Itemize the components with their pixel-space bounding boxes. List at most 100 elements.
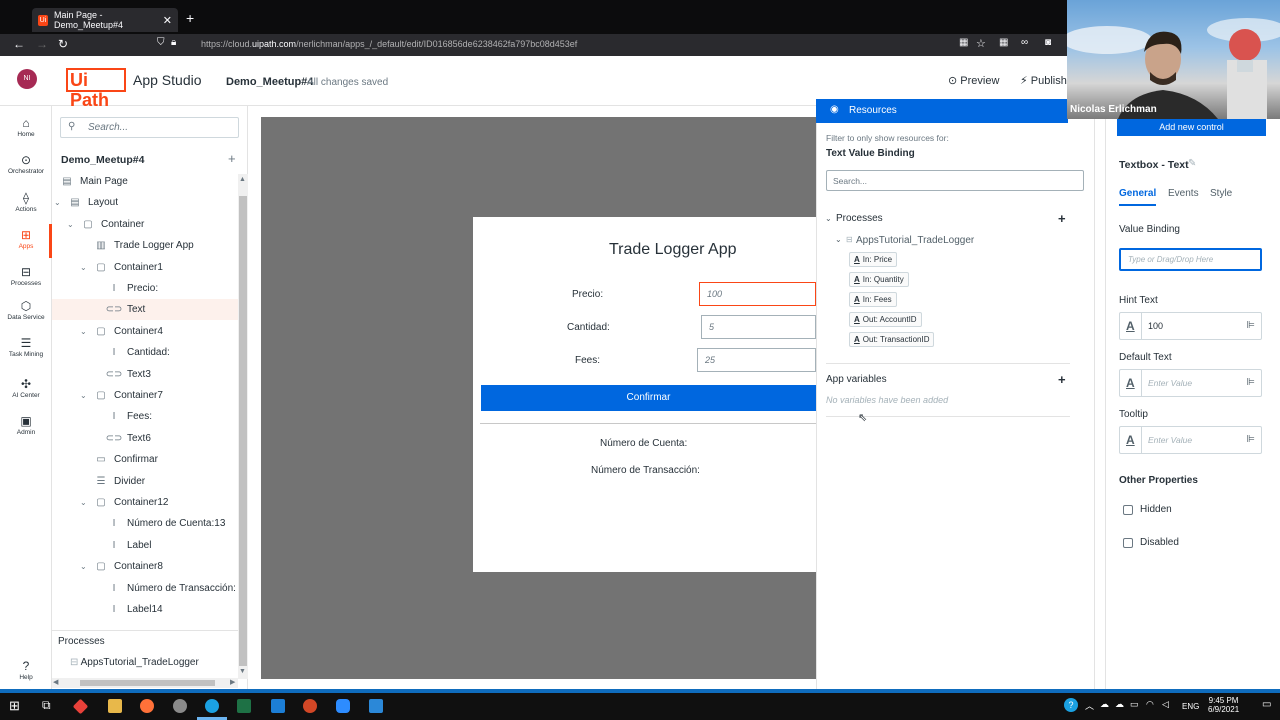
add-page-icon[interactable]: +	[228, 151, 236, 166]
chevron-down-icon[interactable]: ⌄	[835, 235, 842, 244]
hidden-label[interactable]: Hidden	[1140, 504, 1172, 515]
project-name[interactable]: Demo_Meetup#4	[226, 76, 313, 88]
powerpoint-icon[interactable]	[303, 699, 317, 713]
app-icon[interactable]	[173, 699, 187, 713]
argument-chip[interactable]: A In: Price	[849, 252, 898, 267]
add-process-icon[interactable]: +	[1058, 211, 1066, 226]
tree-item[interactable]: ⌄ ▢ Container	[67, 214, 144, 235]
app-icon[interactable]	[72, 698, 89, 715]
confirmar-button[interactable]: Confirmar	[481, 385, 816, 411]
tooltip-field[interactable]: A Enter Value ⊫	[1119, 426, 1262, 454]
zoom-icon[interactable]	[336, 699, 350, 713]
process-item[interactable]: ⊟ AppsTutorial_TradeLogger	[70, 657, 199, 668]
url-bar[interactable]: https://cloud.uipath.com/nerlichman/apps…	[201, 39, 577, 49]
resources-search-input[interactable]: Search...	[826, 170, 1084, 191]
tree-item[interactable]: I Cantidad:	[93, 342, 170, 363]
preview-button[interactable]: ⊙ Preview	[948, 74, 999, 87]
disabled-checkbox[interactable]	[1123, 538, 1133, 548]
chevron-down-icon[interactable]: ⌄	[825, 214, 832, 223]
scroll-up-icon[interactable]: ▲	[239, 176, 246, 183]
horizontal-scrollbar-thumb[interactable]	[80, 680, 215, 686]
tree-toggle-icon[interactable]: ⌄	[67, 220, 79, 229]
tree-item[interactable]: ▥ Trade Logger App	[80, 235, 193, 256]
disabled-label[interactable]: Disabled	[1140, 537, 1179, 548]
avatar[interactable]: NI	[17, 69, 37, 89]
mask-icon[interactable]: ∞	[1021, 37, 1028, 48]
tree-search-input[interactable]: Search...	[60, 117, 239, 138]
nav-processes[interactable]: ⊟ Processes	[0, 265, 52, 287]
cloud-icon[interactable]: ☁	[1100, 699, 1109, 710]
hidden-checkbox[interactable]	[1123, 505, 1133, 515]
pencil-icon[interactable]: ✎	[1188, 158, 1196, 169]
precio-input[interactable]: 100	[699, 282, 816, 306]
argument-chip[interactable]: A In: Quantity	[849, 272, 909, 287]
reload-icon[interactable]: ↻	[58, 37, 68, 51]
tree-toggle-icon[interactable]: ⌄	[80, 562, 92, 571]
tree-item[interactable]: ⌄ ▢ Container12	[80, 492, 168, 513]
add-variable-icon[interactable]: +	[1058, 372, 1066, 387]
scroll-left-icon[interactable]: ◀	[53, 678, 58, 686]
cantidad-input[interactable]: 5	[701, 315, 816, 339]
tree-item[interactable]: ▤ Main Page	[58, 171, 128, 192]
tree-toggle-icon[interactable]: ⌄	[80, 498, 92, 507]
publish-button[interactable]: ⚡︎ Publish	[1020, 74, 1067, 87]
tree-item[interactable]: I Número de Cuenta:13	[93, 513, 226, 534]
clock[interactable]: 9:45 PM 6/9/2021	[1208, 696, 1239, 714]
tree-item[interactable]: ⌄ ▢ Container8	[80, 556, 163, 577]
cuenta-label[interactable]: Número de Cuenta:	[600, 438, 687, 449]
task-view-icon[interactable]: ⧉	[42, 698, 51, 713]
nav-apps[interactable]: ⊞ Apps	[0, 228, 52, 250]
form-title[interactable]: Trade Logger App	[609, 241, 737, 259]
back-icon[interactable]: ←	[13, 37, 25, 51]
tree-item[interactable]: ▭ Confirmar	[80, 449, 158, 470]
argument-chip[interactable]: A In: Fees	[849, 292, 897, 307]
tab-events[interactable]: Events	[1168, 188, 1199, 199]
pocket-icon[interactable]: ◙	[1045, 37, 1051, 48]
star-icon[interactable]: ☆	[976, 37, 986, 50]
tree-toggle-icon[interactable]: ⌄	[80, 391, 92, 400]
nav-data-service[interactable]: ⬡ Data Service	[0, 300, 52, 322]
nav-admin[interactable]: ▣ Admin	[0, 414, 52, 436]
extensions-icon[interactable]: ▦	[999, 37, 1008, 48]
tree-item[interactable]: I Número de Transacción:	[93, 578, 236, 599]
expression-editor-icon[interactable]: ⊫	[1246, 320, 1255, 331]
file-explorer-icon[interactable]	[108, 699, 122, 713]
windows-start-icon[interactable]: ⊞	[9, 698, 20, 714]
nav-orchestrator[interactable]: ⊙ Orchestrator	[0, 153, 52, 175]
tree-item[interactable]: I Precio:	[93, 278, 159, 299]
fees-input[interactable]: 25	[697, 348, 816, 372]
chevron-up-icon[interactable]: ︿	[1085, 699, 1094, 712]
tree-toggle-icon[interactable]: ⌄	[80, 327, 92, 336]
scroll-right-icon[interactable]: ▶	[230, 678, 235, 686]
help-tray-icon[interactable]: ?	[1064, 698, 1078, 712]
tree-toggle-icon[interactable]: ⌄	[80, 263, 92, 272]
shield-icon[interactable]: ⛉	[157, 37, 165, 48]
tree-item[interactable]: ⊂⊃ Text	[93, 299, 146, 320]
app-icon[interactable]	[369, 699, 383, 713]
expression-editor-icon[interactable]: ⊫	[1246, 434, 1255, 445]
firefox-icon[interactable]	[140, 699, 154, 713]
forward-icon[interactable]: →	[36, 37, 48, 51]
cloud-icon[interactable]: ☁	[1115, 699, 1124, 710]
tree-item[interactable]: I Label14	[93, 599, 163, 620]
new-tab-button[interactable]: +	[186, 10, 194, 26]
nav-task-mining[interactable]: ☰ Task Mining	[0, 337, 52, 359]
fees-label[interactable]: Fees:	[575, 355, 600, 366]
tree-item[interactable]: ⌄ ▢ Container4	[80, 321, 163, 342]
browser-tab[interactable]: Ui Main Page - Demo_Meetup#4 ✕	[32, 8, 178, 32]
language-indicator[interactable]: ENG	[1182, 702, 1199, 711]
wifi-icon[interactable]: ◠	[1146, 699, 1154, 710]
grid-icon[interactable]: ▦	[959, 37, 968, 48]
tab-style[interactable]: Style	[1210, 188, 1232, 199]
tree-item[interactable]: ⌄ ▤ Layout	[54, 192, 118, 213]
argument-chip[interactable]: A Out: TransactionID	[849, 332, 935, 347]
value-binding-input[interactable]: Type or Drag/Drop Here	[1119, 248, 1262, 271]
browser-icon[interactable]	[205, 699, 219, 713]
studio-icon[interactable]	[271, 699, 285, 713]
nav-ai-center[interactable]: ✣ AI Center	[0, 377, 52, 399]
tree-toggle-icon[interactable]: ⌄	[54, 198, 66, 207]
notifications-icon[interactable]: ▭	[1262, 699, 1271, 710]
eye-icon[interactable]: ◉	[830, 104, 839, 115]
scroll-down-icon[interactable]: ▼	[239, 668, 246, 675]
nav-home[interactable]: ⌂ Home	[0, 116, 52, 138]
